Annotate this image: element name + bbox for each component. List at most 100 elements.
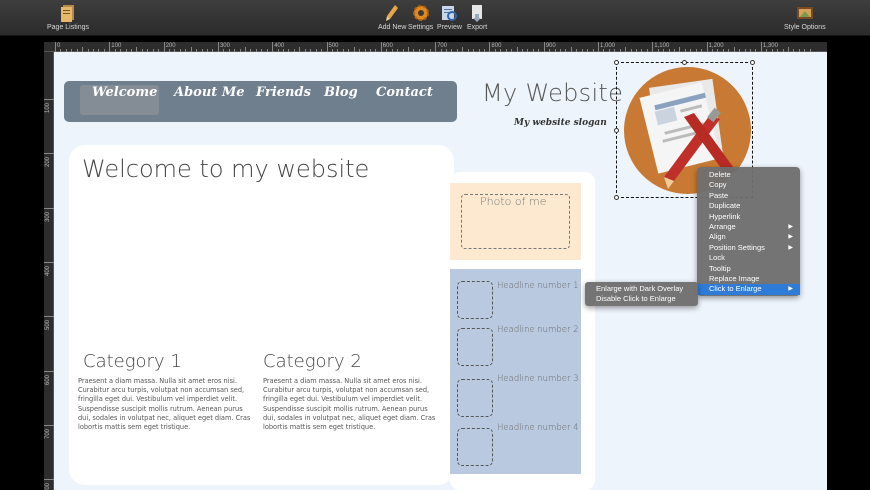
gear-icon (412, 3, 430, 23)
submenu-arrow-icon: ▶ (788, 244, 793, 251)
style-options-button[interactable]: Style Options (784, 3, 826, 31)
ruler-label: 200 (45, 157, 51, 168)
ruler-label: 1,000 (600, 43, 616, 49)
ruler-major-tick (760, 42, 762, 52)
ruler-label: 700 (45, 428, 51, 439)
context-menu-label: Delete (709, 170, 731, 179)
welcome-heading[interactable]: Welcome to my website (82, 155, 369, 183)
resize-handle-t[interactable] (682, 60, 687, 65)
submenu-item-disable-click-to-enlarge[interactable]: Disable Click to Enlarge (596, 294, 676, 303)
ruler-label: 800 (491, 43, 502, 49)
ruler-label: 0 (57, 43, 61, 49)
page-listings-label: Page Listings (47, 24, 90, 31)
nav-item-about-me[interactable]: About Me (174, 85, 245, 100)
context-menu-item-delete[interactable]: Delete (697, 170, 800, 180)
ruler-major-tick (217, 42, 219, 52)
settings-label: Settings (408, 24, 434, 31)
page-listings-button[interactable]: Page Listings (47, 3, 89, 31)
resize-handle-tl[interactable] (614, 60, 619, 65)
category-2-title[interactable]: Category 2 (263, 351, 362, 372)
context-menu-label: Paste (709, 190, 729, 200)
ruler-label: 300 (219, 43, 230, 49)
context-menu-label: Hyperlink (709, 211, 741, 221)
ruler-major-tick (55, 42, 56, 52)
ruler-major-tick (109, 42, 111, 52)
add-new-button[interactable]: Add New (378, 3, 406, 31)
ruler-label: 1,100 (654, 43, 670, 49)
context-menu-item-position-settings[interactable]: Position Settings ▶ (697, 243, 800, 253)
ruler-major-tick (44, 424, 54, 426)
context-menu-label: Click to Enlarge (709, 284, 762, 294)
context-menu-item-tooltip[interactable]: Tooltip (697, 264, 800, 274)
headline-2-thumbnail[interactable] (457, 328, 493, 366)
preview-icon (440, 3, 458, 23)
context-menu-label: Copy (709, 180, 727, 190)
ruler-label: 800 (45, 483, 51, 490)
nav-item-blog[interactable]: Blog (324, 85, 358, 100)
content-card[interactable]: Welcome to my website Category 1 Praesen… (69, 145, 454, 485)
ruler-label: 400 (274, 43, 285, 49)
headline-2-text[interactable]: Headline number 2 (497, 325, 579, 335)
context-menu: Delete Copy Paste Duplicate Hyperlink Arrange… (697, 167, 800, 296)
context-menu-label: Align (709, 232, 726, 242)
context-menu-label: Tooltip (709, 263, 731, 273)
ruler-major-tick (44, 207, 54, 209)
headline-1-text[interactable]: Headline number 1 (497, 281, 579, 291)
headlines-panel[interactable]: Headline number 1 Headline number 2 Head… (450, 269, 581, 474)
ruler-major-tick (489, 42, 491, 52)
site-navbar[interactable]: Welcome About Me Friends Blog Contact (64, 81, 457, 122)
context-menu-item-align[interactable]: Align ▶ (697, 232, 800, 242)
context-menu-label: Lock (709, 253, 725, 263)
context-menu-item-hyperlink[interactable]: Hyperlink (697, 212, 800, 222)
category-2-text[interactable]: Praesent a diam massa. Nulla sit amet er… (263, 377, 439, 432)
ruler-label: 400 (45, 265, 51, 276)
export-label: Export (467, 24, 488, 31)
export-button[interactable]: Export (467, 3, 487, 31)
ruler-major-tick (44, 99, 54, 100)
context-menu-item-replace-image[interactable]: Replace Image (697, 274, 800, 284)
preview-button[interactable]: Preview (437, 3, 462, 31)
context-menu-item-paste[interactable]: Paste (697, 191, 800, 201)
ruler-label: 1,300 (762, 43, 778, 49)
ruler-label: 500 (45, 320, 51, 331)
context-menu-item-copy[interactable]: Copy (697, 180, 800, 190)
context-menu-item-arrange[interactable]: Arrange ▶ (697, 222, 800, 232)
context-menu-item-duplicate[interactable]: Duplicate (697, 201, 800, 211)
category-1-text[interactable]: Praesent a diam massa. Nulla sit amet er… (78, 377, 254, 432)
resize-handle-bl[interactable] (614, 195, 619, 200)
submenu-item-enlarge-dark-overlay[interactable]: Enlarge with Dark Overlay (596, 284, 683, 293)
photo-label[interactable]: Photo of me (480, 195, 546, 208)
site-slogan[interactable]: My website slogan (514, 118, 607, 128)
pencil-icon (383, 3, 401, 23)
ruler-vertical: 100 200 300 400 500 600 700 800 (44, 52, 54, 490)
resize-handle-tr[interactable] (750, 60, 755, 65)
site-title[interactable]: My Website (482, 79, 623, 107)
headline-3-text[interactable]: Headline number 3 (497, 374, 579, 384)
headline-3-thumbnail[interactable] (457, 379, 493, 417)
context-menu-item-lock[interactable]: Lock (697, 253, 800, 263)
settings-button[interactable]: Settings (408, 3, 433, 31)
ruler-major-tick (44, 153, 54, 155)
context-menu-label: Arrange (709, 222, 736, 231)
context-menu-label: Position Settings (709, 242, 765, 252)
nav-item-contact[interactable]: Contact (376, 85, 433, 100)
headline-4-thumbnail[interactable] (457, 428, 493, 466)
ruler-label: 600 (382, 43, 393, 49)
resize-handle-l[interactable] (614, 128, 619, 133)
headline-4-text[interactable]: Headline number 4 (497, 423, 579, 433)
app-toolbar: Page Listings Add New Settings Preview E… (0, 0, 870, 36)
ruler-major-tick (44, 261, 54, 263)
context-menu-item-click-to-enlarge[interactable]: Click to Enlarge ▶ (697, 284, 800, 295)
ruler-major-tick (44, 316, 54, 318)
category-1-title[interactable]: Category 1 (83, 351, 182, 372)
ruler-label: 900 (545, 43, 556, 49)
nav-item-welcome[interactable]: Welcome (92, 85, 157, 100)
click-to-enlarge-submenu: Enlarge with Dark Overlay Disable Click … (585, 282, 698, 306)
style-options-icon (796, 3, 814, 23)
ruler-major-tick (44, 479, 54, 481)
nav-item-friends[interactable]: Friends (256, 85, 311, 100)
ruler-major-tick (163, 42, 165, 52)
ruler-label: 500 (328, 43, 339, 49)
headline-1-thumbnail[interactable] (457, 281, 493, 319)
page-listings-icon (59, 3, 77, 23)
